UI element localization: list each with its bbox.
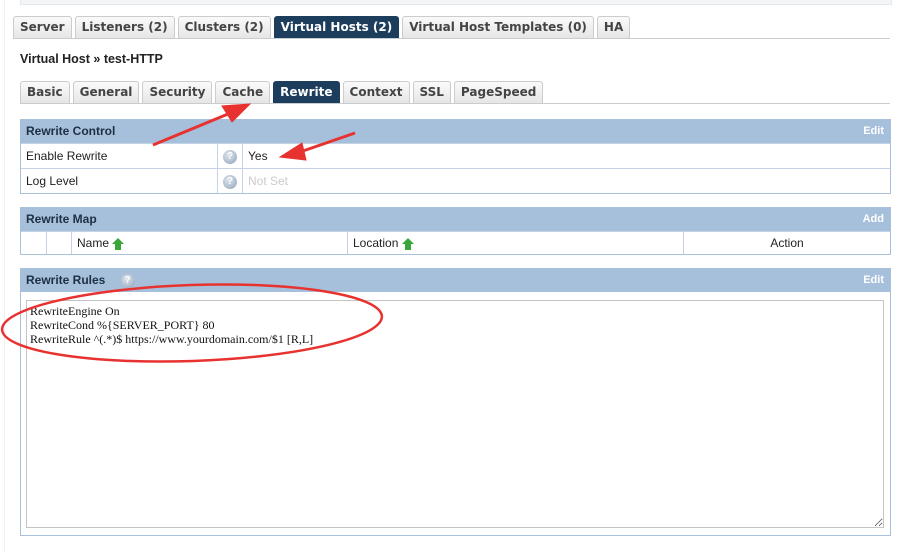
help-icon[interactable]: ? <box>223 174 237 189</box>
add-button[interactable]: Add <box>863 208 884 231</box>
tab-basic[interactable]: Basic <box>20 81 70 103</box>
row-label: Log Level <box>21 169 218 193</box>
tab-virtual-hosts[interactable]: Virtual Hosts (2) <box>273 16 400 38</box>
help-icon[interactable]: ? <box>120 273 135 288</box>
edit-button[interactable]: Edit <box>863 269 884 292</box>
tab-clusters[interactable]: Clusters (2) <box>177 16 271 38</box>
rewrite-map-panel: Rewrite Map Add Name Location Action <box>20 207 891 255</box>
tab-cache[interactable]: Cache <box>215 81 271 103</box>
main-tabs: Server Listeners (2) Clusters (2) Virtua… <box>13 16 631 38</box>
page-edge <box>4 0 5 552</box>
top-panel <box>20 0 892 5</box>
tab-listeners[interactable]: Listeners (2) <box>74 16 175 38</box>
rewrite-control-panel: Rewrite Control Edit Enable Rewrite ? Yes… <box>20 119 891 194</box>
rewrite-rules-panel: Rewrite Rules ? Edit <box>20 268 891 536</box>
tab-virtual-host-templates[interactable]: Virtual Host Templates (0) <box>402 16 594 38</box>
column-location[interactable]: Location <box>348 232 684 254</box>
panel-title: Rewrite Control <box>26 124 116 138</box>
tab-server[interactable]: Server <box>13 16 72 38</box>
edit-button[interactable]: Edit <box>863 120 884 143</box>
sort-up-icon[interactable] <box>401 237 414 250</box>
table-row: Enable Rewrite ? Yes <box>21 143 890 168</box>
divider <box>13 38 890 39</box>
row-label: Enable Rewrite <box>21 144 218 168</box>
row-value: Not Set <box>248 174 289 188</box>
tab-security[interactable]: Security <box>142 81 213 103</box>
sort-up-icon[interactable] <box>112 237 125 250</box>
column-name[interactable]: Name <box>72 232 348 254</box>
table-header: Name Location Action <box>21 231 890 254</box>
tab-ssl[interactable]: SSL <box>412 81 451 103</box>
tab-rewrite[interactable]: Rewrite <box>273 81 340 103</box>
column-action: Action <box>770 236 804 250</box>
tab-ha[interactable]: HA <box>596 16 631 38</box>
divider <box>20 103 890 104</box>
breadcrumb: Virtual Host » test-HTTP <box>20 52 163 66</box>
tab-context[interactable]: Context <box>342 81 410 103</box>
table-row: Log Level ? Not Set <box>21 168 890 193</box>
panel-title: Rewrite Rules <box>26 273 106 287</box>
panel-title: Rewrite Map <box>26 212 97 226</box>
help-icon[interactable]: ? <box>223 149 237 164</box>
tab-general[interactable]: General <box>72 81 140 103</box>
tab-pagespeed[interactable]: PageSpeed <box>453 81 544 103</box>
rewrite-rules-textarea[interactable] <box>26 300 884 528</box>
sub-tabs: Basic General Security Cache Rewrite Con… <box>20 81 544 103</box>
row-value: Yes <box>248 149 268 163</box>
